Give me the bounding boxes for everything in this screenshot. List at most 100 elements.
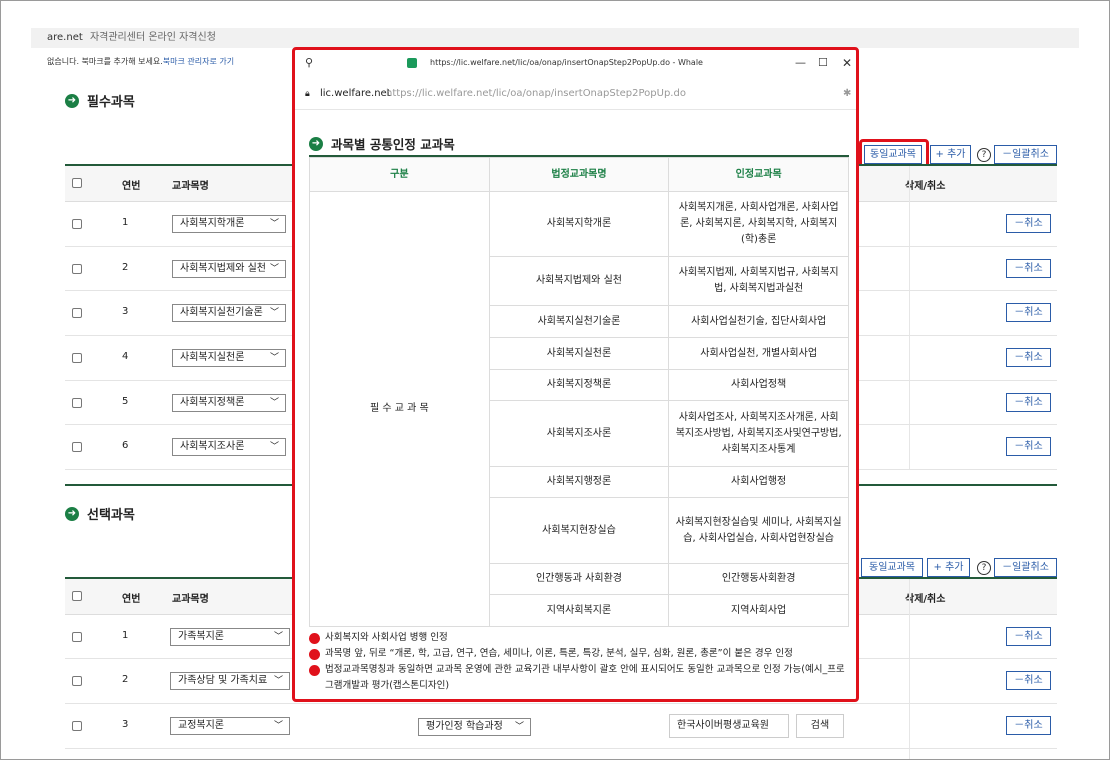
legal-course-cell: 사회복지법제와 실천 xyxy=(488,256,670,306)
bookmark-text: 없습니다. 북마크를 추가해 보세요. xyxy=(47,57,163,66)
recognized-course-cell: 사회사업실천, 개별사회사업 xyxy=(668,337,849,370)
row-cancel-button[interactable]: －취소 xyxy=(1006,348,1051,367)
course-select[interactable]: 사회복지학개론 ﹀ xyxy=(172,215,286,233)
row-num: 6 xyxy=(122,440,129,451)
row-num: 2 xyxy=(122,262,129,273)
info-icon: i xyxy=(305,649,320,660)
row-cancel-button[interactable]: －취소 xyxy=(1006,393,1051,412)
course-select[interactable]: 사회복지조사론 ﹀ xyxy=(172,438,286,456)
add-button[interactable]: + 추가 xyxy=(927,558,970,577)
row-cancel-button[interactable]: －취소 xyxy=(1006,259,1051,278)
row-cancel-button[interactable]: －취소 xyxy=(1006,437,1051,456)
course-select-value: 사회복지학개론 xyxy=(180,218,245,229)
recognized-course-cell: 사회사업조사, 사회복지조사개론, 사회복지조사방법, 사회복지조사및연구방법,… xyxy=(668,400,849,467)
whale-browser-icon xyxy=(407,58,417,68)
search-button[interactable]: 검색 xyxy=(796,714,844,738)
legal-course-cell: 인간행동과 사회환경 xyxy=(488,563,670,595)
row-checkbox[interactable] xyxy=(72,676,82,686)
popup-address-bar[interactable]: 🔒︎ lic.welfare.net https://lic.welfare.n… xyxy=(295,78,856,110)
row-checkbox[interactable] xyxy=(72,264,82,274)
maximize-icon[interactable]: ☐ xyxy=(818,50,828,76)
course-select-value: 사회복지실천론 xyxy=(180,352,245,363)
course-select-value: 사회복지실천기술론 xyxy=(180,307,263,318)
note-item: i 사회복지와 사회사업 병행 인정 xyxy=(305,630,849,646)
school-field[interactable]: 한국사이버평생교육원 xyxy=(669,714,789,738)
header-legal-course: 법정교과목명 xyxy=(488,157,670,192)
popup-window: ⚲ https://lic.welfare.net/lic/oa/onap/in… xyxy=(292,47,859,702)
select-all-checkbox[interactable] xyxy=(72,178,82,188)
arrow-right-icon: ➜ xyxy=(309,136,323,151)
header-category: 구분 xyxy=(309,157,490,192)
row-num: 3 xyxy=(122,306,129,317)
select-all-checkbox[interactable] xyxy=(72,591,82,601)
arrow-right-icon: ➜ xyxy=(65,506,79,521)
site-name: are.net xyxy=(47,32,83,43)
course-select[interactable]: 사회복지정책론 ﹀ xyxy=(172,394,286,412)
chevron-down-icon: ﹀ xyxy=(269,308,279,318)
address-domain: lic.welfare.net xyxy=(320,88,391,99)
legal-course-cell: 사회복지실천기술론 xyxy=(488,305,670,338)
cancel-all-button[interactable]: －일괄취소 xyxy=(994,145,1057,164)
course-select[interactable]: 사회복지법제와 실천 ﹀ xyxy=(172,260,286,278)
bookmark-manager-link[interactable]: 북마크 관리자로 가기 xyxy=(163,57,234,66)
row-cancel-button[interactable]: －취소 xyxy=(1006,671,1051,690)
header-num: 연번 xyxy=(122,594,141,605)
note-text: 법정교과목명칭과 동일하면 교과목 운영에 관한 교육기관 내부사항이 괄호 안… xyxy=(325,664,845,691)
info-icon: i xyxy=(305,665,320,676)
course-select[interactable]: 사회복지실천론 ﹀ xyxy=(172,349,286,367)
row-cancel-button[interactable]: －취소 xyxy=(1006,303,1051,322)
recognized-course-cell: 사회복지현장실습및 세미나, 사회복지실습, 사회사업실습, 사회사업현장실습 xyxy=(668,497,849,564)
course-select[interactable]: 사회복지실천기술론 ﹀ xyxy=(172,304,286,322)
row-checkbox[interactable] xyxy=(72,398,82,408)
course-select-value: 가족복지론 xyxy=(178,631,224,642)
course-equivalence-table: 구분 법정교과목명 인정교과목 필 수 교 과 목 사회복지학개론 사회복지개론, … xyxy=(309,157,849,627)
course-select[interactable]: 가족복지론 ﹀ xyxy=(170,628,290,646)
row-cancel-button[interactable]: －취소 xyxy=(1006,627,1051,646)
add-button[interactable]: + 추가 xyxy=(930,145,971,164)
row-cancel-button[interactable]: －취소 xyxy=(1006,214,1051,233)
close-icon[interactable]: ✕ xyxy=(842,50,852,76)
chevron-down-icon: ﹀ xyxy=(269,442,279,452)
note-text: 사회복지와 사회사업 병행 인정 xyxy=(325,632,448,643)
row-cancel-button[interactable]: －취소 xyxy=(1006,716,1051,735)
row-checkbox[interactable] xyxy=(72,353,82,363)
legal-course-cell: 사회복지행정론 xyxy=(488,466,670,498)
course-select-value: 교정복지론 xyxy=(178,720,224,731)
bookmark-bar: 없습니다. 북마크를 추가해 보세요.북마크 관리자로 가기 xyxy=(47,56,234,67)
row-num: 5 xyxy=(122,396,129,407)
cancel-all-button[interactable]: －일괄취소 xyxy=(994,558,1057,577)
help-icon[interactable]: ? xyxy=(977,561,991,575)
row-checkbox[interactable] xyxy=(72,219,82,229)
header-course: 교과목명 xyxy=(172,594,209,605)
pin-icon[interactable]: ⚲ xyxy=(305,50,313,76)
info-icon: i xyxy=(305,633,320,644)
header-action: 삭제/취소 xyxy=(905,181,946,192)
row-checkbox[interactable] xyxy=(72,308,82,318)
popup-heading: ➜ 과목별 공통인정 교과목 xyxy=(309,134,455,153)
extension-icon[interactable]: ✱ xyxy=(843,78,851,110)
chevron-down-icon: ﹀ xyxy=(269,353,279,363)
type-select-value: 평가인정 학습과정 xyxy=(426,721,503,732)
type-select[interactable]: 평가인정 학습과정 ﹀ xyxy=(418,718,531,736)
course-select[interactable]: 가족상담 및 가족치료 ﹀ xyxy=(170,672,290,690)
course-select[interactable]: 교정복지론 ﹀ xyxy=(170,717,290,735)
course-select-value: 가족상담 및 가족치료 xyxy=(178,675,268,686)
same-course-button[interactable]: 동일교과목 xyxy=(861,558,923,577)
popup-titlebar: ⚲ https://lic.welfare.net/lic/oa/onap/in… xyxy=(295,50,856,76)
recognized-course-cell: 사회복지법제, 사회복지법규, 사회복지법, 사회복지법과실천 xyxy=(668,256,849,306)
table-row: 필 수 교 과 목 사회복지학개론 사회복지개론, 사회사업개론, 사회사업론, 사… xyxy=(309,191,849,627)
header-course: 교과목명 xyxy=(172,181,209,192)
help-icon[interactable]: ? xyxy=(977,148,991,162)
recognized-course-cell: 인간행동사회환경 xyxy=(668,563,849,595)
minimize-icon[interactable]: — xyxy=(795,50,806,76)
row-checkbox[interactable] xyxy=(72,632,82,642)
topbar-path: 자격관리센터 온라인 자격신청 xyxy=(89,32,216,43)
elective-title-text: 선택과목 xyxy=(87,508,135,523)
popup-window-title: https://lic.welfare.net/lic/oa/onap/inse… xyxy=(430,58,703,67)
row-checkbox[interactable] xyxy=(72,721,82,731)
arrow-right-icon: ➜ xyxy=(65,93,79,108)
screenshot-frame: are.net 자격관리센터 온라인 자격신청 없습니다. 북마크를 추가해 보… xyxy=(0,0,1110,760)
page-topbar: are.net 자격관리센터 온라인 자격신청 xyxy=(31,28,1079,48)
recognized-course-cell: 사회사업행정 xyxy=(668,466,849,498)
row-checkbox[interactable] xyxy=(72,442,82,452)
